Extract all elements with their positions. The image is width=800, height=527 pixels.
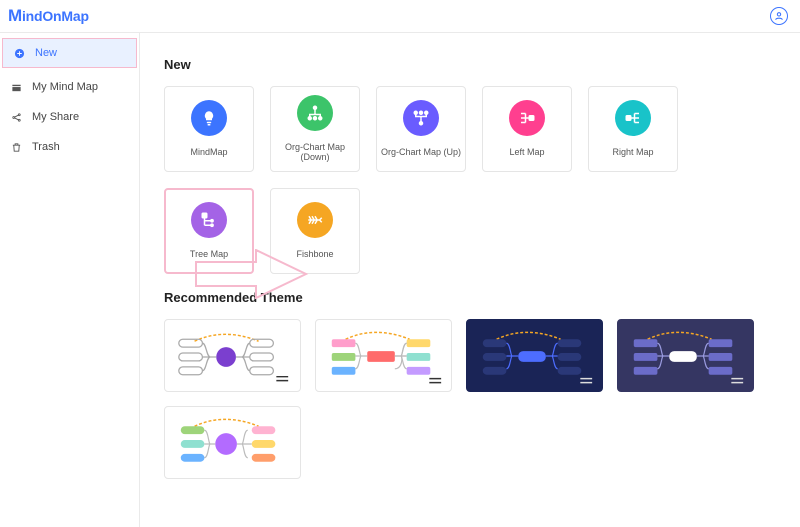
sidebar-item-new[interactable]: New	[2, 38, 137, 68]
app-logo: MindOnMap	[8, 6, 89, 26]
sidebar-item-label: Trash	[32, 141, 60, 153]
bulb-icon	[191, 100, 227, 136]
sidebar-item-my-share[interactable]: My Share	[0, 102, 139, 132]
sidebar-item-my-mind-map[interactable]: My Mind Map	[0, 72, 139, 102]
main-content: New MindMap Org-Chart Map (Down)	[140, 33, 800, 527]
template-tree-map[interactable]: Tree Map	[164, 188, 254, 274]
plus-circle-icon	[13, 48, 25, 59]
template-label: Org-Chart Map (Down)	[271, 143, 359, 163]
user-avatar-icon[interactable]	[770, 7, 788, 25]
sidebar: New My Mind Map My Share Trash	[0, 33, 140, 527]
template-mindmap[interactable]: MindMap	[164, 86, 254, 172]
right-map-icon	[615, 100, 651, 136]
sidebar-item-label: New	[35, 47, 57, 59]
theme-card-2[interactable]	[315, 319, 452, 392]
section-title-recommended: Recommended Theme	[164, 290, 800, 305]
logo-text: indOnMap	[22, 8, 89, 24]
template-left-map[interactable]: Left Map	[482, 86, 572, 172]
left-map-icon	[509, 100, 545, 136]
template-label: Right Map	[612, 148, 653, 158]
template-label: MindMap	[190, 148, 227, 158]
template-right-map[interactable]: Right Map	[588, 86, 678, 172]
template-label: Fishbone	[296, 250, 333, 260]
template-label: Left Map	[509, 148, 544, 158]
template-label: Org-Chart Map (Up)	[381, 148, 461, 158]
share-icon	[10, 112, 22, 123]
sidebar-item-label: My Share	[32, 111, 79, 123]
org-down-icon	[297, 95, 333, 131]
theme-card-5[interactable]	[164, 406, 301, 479]
sidebar-item-trash[interactable]: Trash	[0, 132, 139, 162]
fishbone-icon	[297, 202, 333, 238]
theme-card-4[interactable]	[617, 319, 754, 392]
sidebar-item-label: My Mind Map	[32, 81, 98, 93]
template-org-chart-up[interactable]: Org-Chart Map (Up)	[376, 86, 466, 172]
theme-card-3[interactable]	[466, 319, 603, 392]
folder-icon	[10, 82, 22, 93]
trash-icon	[10, 142, 22, 153]
section-title-new: New	[164, 57, 800, 72]
template-org-chart-down[interactable]: Org-Chart Map (Down)	[270, 86, 360, 172]
template-label: Tree Map	[190, 250, 228, 260]
theme-card-1[interactable]	[164, 319, 301, 392]
header: MindOnMap	[0, 0, 800, 33]
tree-icon	[191, 202, 227, 238]
template-fishbone[interactable]: Fishbone	[270, 188, 360, 274]
org-up-icon	[403, 100, 439, 136]
